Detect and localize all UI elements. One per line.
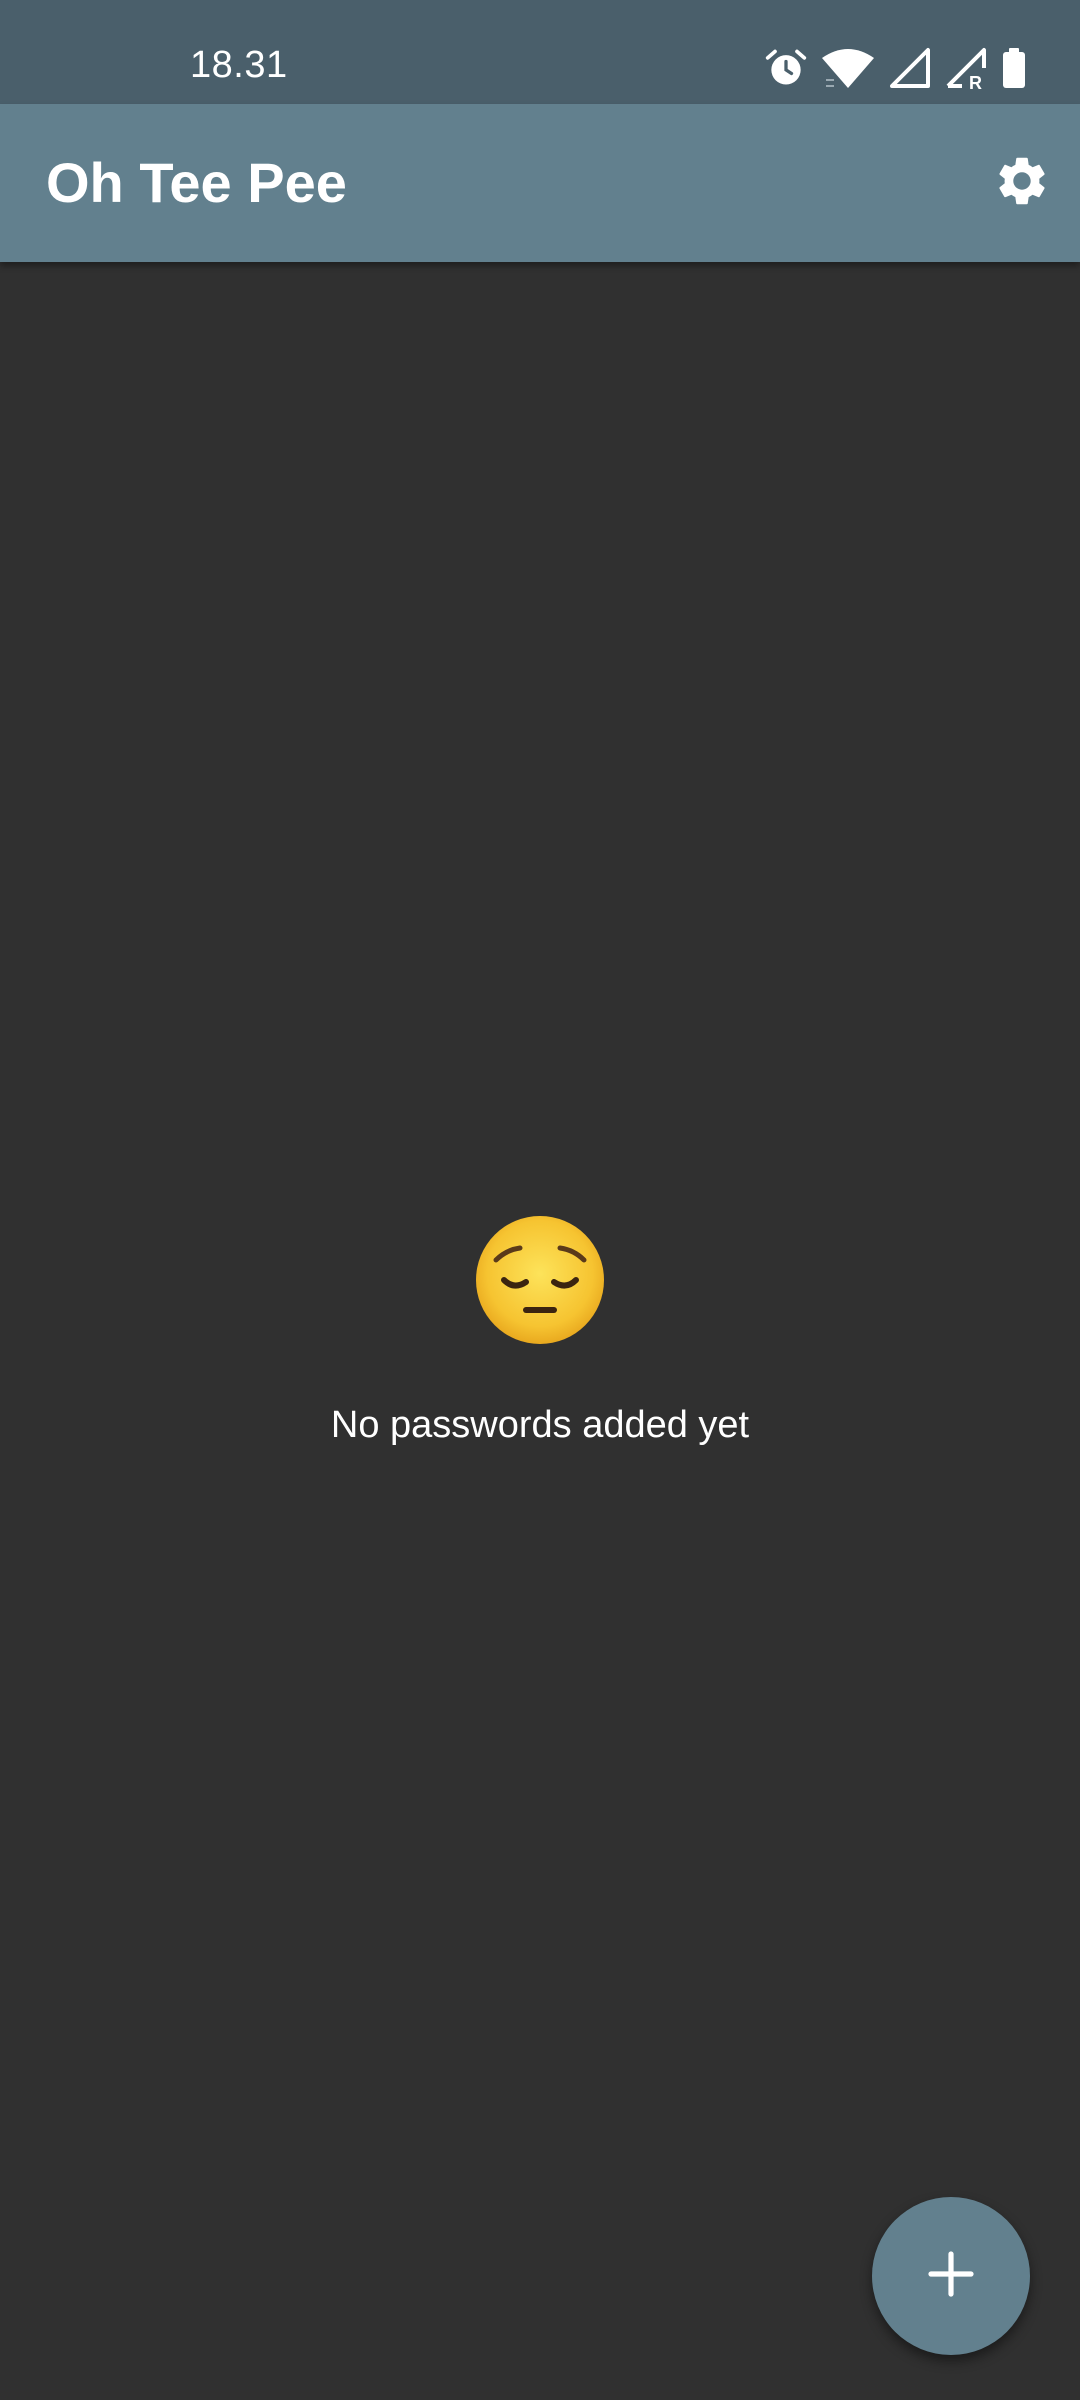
cell-signal-roaming-icon: R (944, 46, 988, 90)
plus-icon (927, 2250, 975, 2303)
status-time: 18.31 (190, 44, 288, 86)
empty-state-message: No passwords added yet (330, 1404, 750, 1446)
empty-state: No passwords added yet (0, 1210, 1080, 1447)
gear-icon (993, 152, 1051, 215)
add-password-button[interactable] (872, 2197, 1030, 2355)
app-screen: 18.31 R Oh Tee Pee No passwords added ye… (0, 0, 1080, 2400)
svg-text:R: R (969, 73, 982, 90)
status-bar: 18.31 R (0, 0, 1080, 104)
cell-signal-icon (888, 46, 932, 90)
settings-button[interactable] (990, 151, 1054, 215)
battery-icon (1000, 46, 1028, 90)
pensive-face-icon (470, 1210, 610, 1350)
app-bar: Oh Tee Pee (0, 104, 1080, 262)
status-icons: R (764, 44, 1028, 92)
alarm-icon (764, 46, 808, 90)
app-title: Oh Tee Pee (46, 151, 347, 214)
wifi-icon (820, 46, 876, 90)
